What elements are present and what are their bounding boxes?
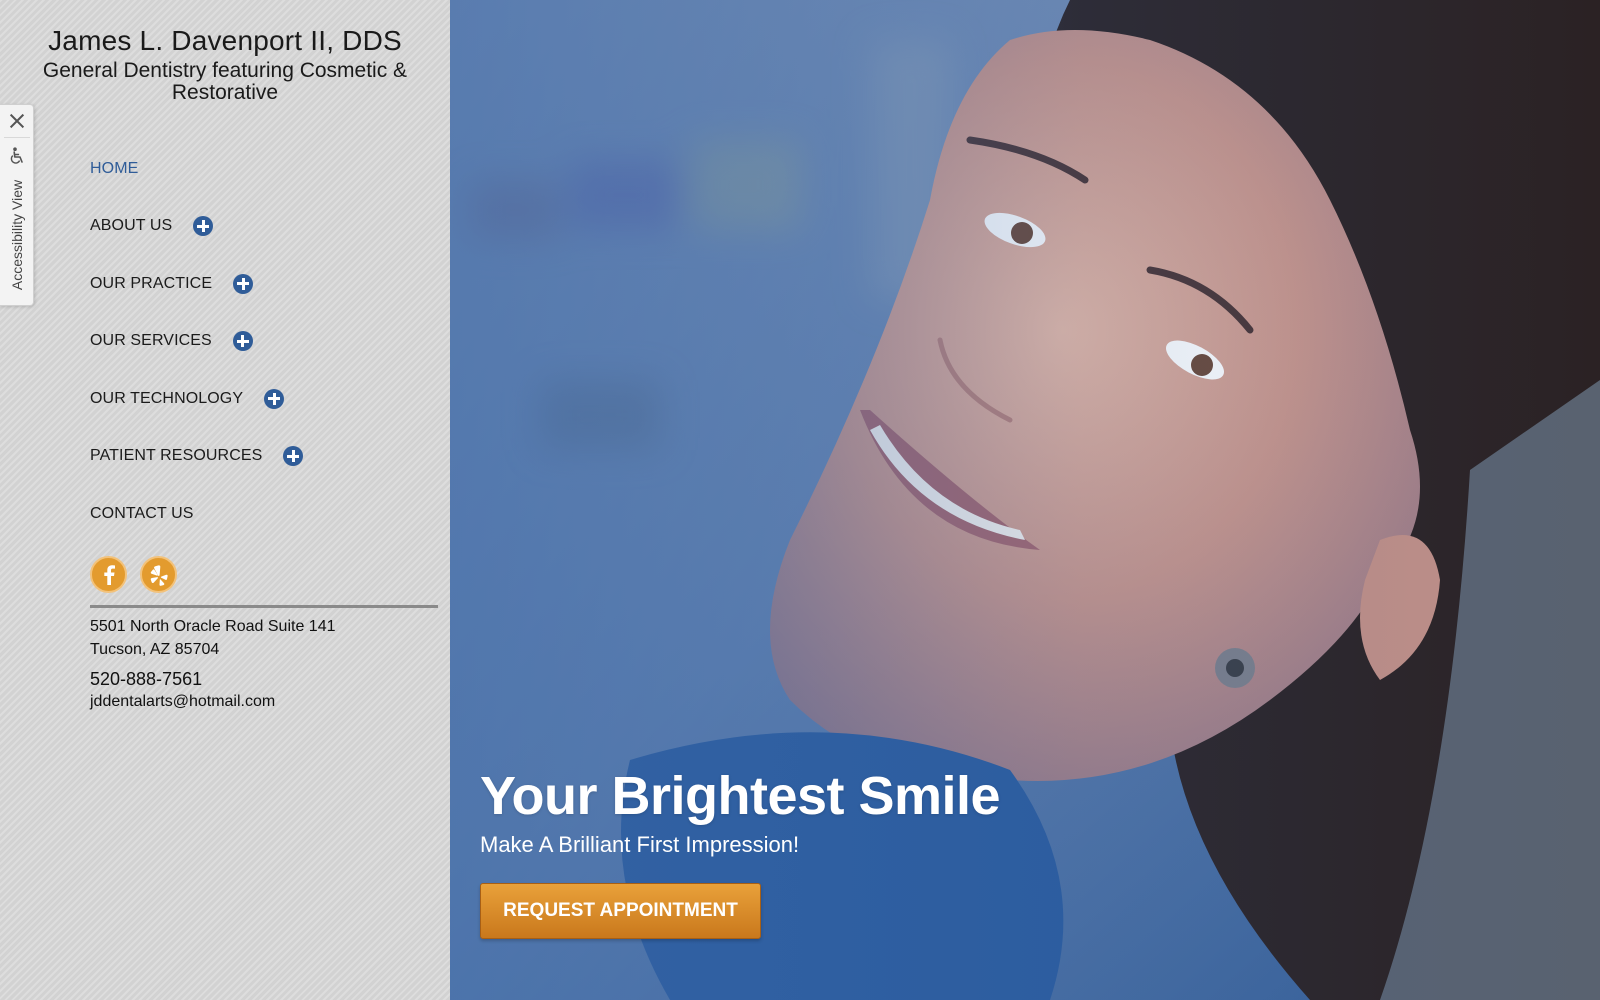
nav-link-technology[interactable]: OUR TECHNOLOGY <box>90 390 243 408</box>
nav-link-contact[interactable]: CONTACT US <box>90 505 194 523</box>
practice-brand[interactable]: James L. Davenport II, DDS General Denti… <box>0 24 450 104</box>
expand-practice-icon[interactable] <box>233 273 254 294</box>
contact-info: 5501 North Oracle Road Suite 141 Tucson,… <box>90 615 335 713</box>
address-line-2: Tucson, AZ 85704 <box>90 641 220 658</box>
wheelchair-icon <box>10 147 23 164</box>
facebook-link[interactable] <box>90 556 127 593</box>
main-nav: HOME ABOUT US OUR PRACTICE OUR SERVICES … <box>90 140 430 543</box>
accessibility-view-label: Accessibility View <box>9 179 25 291</box>
nav-link-home[interactable]: HOME <box>90 160 138 178</box>
practice-name: James L. Davenport II, DDS <box>48 25 402 56</box>
expand-about-icon[interactable] <box>193 216 214 237</box>
yelp-icon <box>150 564 168 586</box>
phone-link[interactable]: 520-888-7561 <box>90 669 202 689</box>
close-icon[interactable] <box>7 111 27 131</box>
hero-title: Your Brightest Smile <box>480 766 1001 826</box>
hero-subtitle: Make A Brilliant First Impression! <box>480 832 800 857</box>
nav-item-practice: OUR PRACTICE <box>90 255 430 313</box>
sidebar-divider <box>90 605 438 608</box>
nav-item-services: OUR SERVICES <box>90 313 430 371</box>
nav-link-resources[interactable]: PATIENT RESOURCES <box>90 447 262 465</box>
nav-item-resources: PATIENT RESOURCES <box>90 428 430 486</box>
nav-link-practice[interactable]: OUR PRACTICE <box>90 275 212 293</box>
yelp-link[interactable] <box>140 556 177 593</box>
expand-technology-icon[interactable] <box>264 388 285 409</box>
accessibility-view-button[interactable]: Accessibility View <box>0 141 34 301</box>
nav-item-technology: OUR TECHNOLOGY <box>90 370 430 428</box>
address-line-1: 5501 North Oracle Road Suite 141 <box>90 618 336 635</box>
hero-banner: Your Brightest Smile Make A Brilliant Fi… <box>450 0 1600 1000</box>
nav-link-about[interactable]: ABOUT US <box>90 217 172 235</box>
nav-item-about: ABOUT US <box>90 198 430 256</box>
expand-services-icon[interactable] <box>232 331 253 352</box>
request-appointment-button[interactable]: REQUEST APPOINTMENT <box>480 883 761 939</box>
accessibility-widget: Accessibility View <box>0 104 34 306</box>
email-link[interactable]: jddentalarts@hotmail.com <box>90 693 275 710</box>
nav-link-services[interactable]: OUR SERVICES <box>90 332 212 350</box>
facebook-icon <box>103 564 115 585</box>
hero-text: Your Brightest Smile Make A Brilliant Fi… <box>480 765 1001 859</box>
nav-item-contact: CONTACT US <box>90 485 430 543</box>
nav-item-home: HOME <box>90 140 430 198</box>
expand-resources-icon[interactable] <box>283 446 304 467</box>
sidebar: James L. Davenport II, DDS General Denti… <box>0 0 450 1000</box>
accessibility-divider <box>4 137 30 138</box>
social-links <box>90 556 177 593</box>
practice-tagline: General Dentistry featuring Cosmetic & R… <box>42 59 408 104</box>
